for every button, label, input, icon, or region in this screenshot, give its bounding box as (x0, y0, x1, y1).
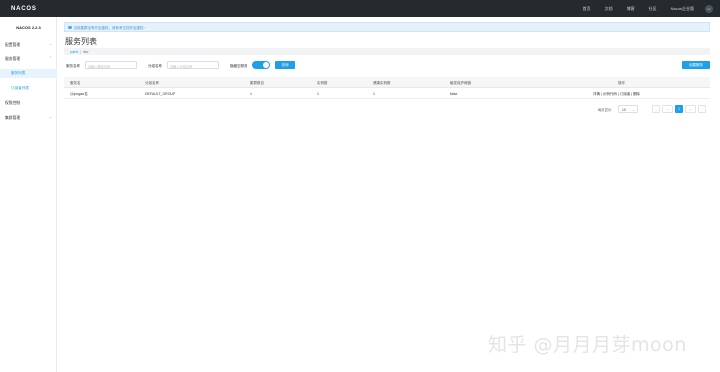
instance-count-cell: 1 (317, 92, 319, 96)
column-header: 实例数 (317, 80, 328, 85)
page-size-value: 10 (622, 107, 626, 112)
service-name-cell: 以tpogan名 (70, 92, 88, 96)
nav-community-link[interactable]: 社区 (649, 6, 657, 12)
namespace-dev[interactable]: dev (83, 50, 88, 54)
sidebar-item-cluster-management[interactable]: 集群管理 ⌄ (0, 114, 57, 122)
group-name-input[interactable]: 请输入分组名称 (167, 61, 219, 69)
sidebar-item-label: 服务管理 (5, 56, 21, 61)
sidebar-item-service-management[interactable]: 服务管理 ⌃ (0, 55, 57, 63)
chevron-down-icon: ⌄ (48, 42, 52, 47)
chevron-down-icon: ⌄ (48, 115, 52, 120)
table-header: 服务名 分组名称 集群数目 实例数 健康实例数 触发保护阈值 操作 (64, 77, 710, 88)
sidebar-item-label: 服务列表 (11, 71, 26, 75)
prev-page-button[interactable]: ‹ (652, 105, 660, 113)
top-nav-links: 首页 文档 博客 社区 Nacos企业版 nc (569, 0, 713, 17)
sidebar-item-label: 配置管理 (5, 42, 21, 47)
group-name-cell: DEFAULT_GROUP (145, 92, 176, 96)
page-size-label: 每页显示: (598, 108, 613, 112)
namespace-public[interactable]: public (70, 50, 78, 54)
column-header: 触发保护阈值 (450, 80, 471, 85)
sidebar-item-subscriber-list[interactable]: 订阅者列表 (0, 84, 57, 93)
namespace-breadcrumb: public | dev (64, 48, 710, 55)
last-page-button[interactable]: ›› (685, 105, 696, 113)
chevron-down-icon: ⌄ (632, 107, 635, 112)
sidebar-item-label: 集群管理 (5, 115, 21, 120)
watermark: 知乎 @月月月芽moon (488, 334, 687, 356)
pagination: 每页显示: 10 ⌄ ‹ ‹‹ 1 ›› › (64, 105, 710, 113)
threshold-cell: false (450, 92, 458, 96)
info-icon (68, 25, 72, 29)
page-size-select[interactable]: 10 ⌄ (618, 105, 638, 113)
nav-blog-link[interactable]: 博客 (627, 6, 635, 12)
sidebar-item-config-management[interactable]: 配置管理 ⌄ (0, 41, 57, 49)
column-header: 分组名称 (145, 80, 159, 85)
nav-docs-link[interactable]: 文档 (605, 6, 613, 12)
column-header: 操作 (618, 80, 625, 85)
group-name-label: 分组名称 (148, 63, 162, 68)
user-avatar[interactable]: nc (705, 4, 713, 13)
auth-notice-banner: 当前集群没有开启鉴权，请参考文档开启鉴权~ (64, 22, 710, 32)
sidebar: NACOS 2.2.3 配置管理 ⌄ 服务管理 ⌃ 服务列表 订阅者列表 权限控… (0, 17, 57, 372)
first-page-button[interactable]: ‹‹ (662, 105, 673, 113)
hide-empty-toggle[interactable] (252, 61, 270, 69)
query-button[interactable]: 查询 (275, 61, 295, 69)
breadcrumb-separator: | (80, 49, 82, 54)
nav-home-link[interactable]: 首页 (583, 6, 591, 12)
current-page-button[interactable]: 1 (675, 105, 683, 113)
version-label: NACOS 2.2.3 (16, 25, 41, 30)
filter-bar: 服务名称 请输入服务名称 分组名称 请输入分组名称 隐藏空服务 查询 创建服务 (64, 61, 710, 70)
create-service-button[interactable]: 创建服务 (682, 61, 710, 69)
top-navbar: NACOS 首页 文档 博客 社区 Nacos企业版 nc (0, 0, 720, 17)
nav-enterprise-link[interactable]: Nacos企业版 (671, 6, 694, 12)
healthy-count-cell: 1 (373, 92, 375, 96)
sidebar-item-label: 权限控制 (5, 100, 21, 105)
service-name-label: 服务名称 (66, 63, 80, 68)
logo-text: NACOS (11, 5, 37, 12)
sidebar-item-service-list[interactable]: 服务列表 (0, 69, 57, 78)
column-header: 健康实例数 (373, 80, 391, 85)
toggle-knob (263, 62, 269, 68)
sidebar-item-auth-control[interactable]: 权限控制 (0, 99, 57, 107)
next-page-button[interactable]: › (698, 105, 706, 113)
table-row: 以tpogan名 DEFAULT_GROUP 1 1 1 false 详情 | … (64, 89, 710, 99)
notice-text: 当前集群没有开启鉴权，请参考文档开启鉴权~ (73, 25, 146, 30)
column-header: 服务名 (70, 80, 81, 85)
cluster-count-cell: 1 (250, 92, 252, 96)
column-header: 集群数目 (250, 80, 264, 85)
chevron-up-icon: ⌃ (48, 56, 52, 61)
nacos-logo[interactable]: NACOS (11, 4, 37, 13)
sidebar-item-label: 订阅者列表 (11, 86, 29, 90)
service-name-input[interactable]: 请输入服务名称 (85, 61, 137, 69)
row-actions[interactable]: 详情 | 示例代码 | 订阅者 | 删除 (593, 92, 640, 97)
page-title: 服务列表 (65, 37, 97, 46)
hide-empty-label: 隐藏空服务 (230, 63, 248, 68)
